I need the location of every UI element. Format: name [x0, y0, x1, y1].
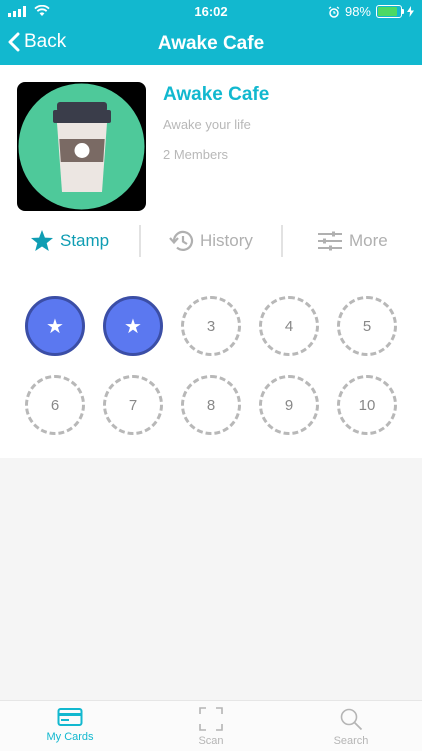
card-icon: [57, 708, 83, 726]
stamp-slot-filled: ★: [103, 296, 163, 356]
stamp-slot: 6: [25, 375, 85, 435]
stamp-slot: 7: [103, 375, 163, 435]
page-title: Awake Cafe: [157, 33, 265, 54]
coffee-cup-icon: [18, 83, 145, 210]
status-bar: 16:02 98%: [0, 0, 422, 22]
sliders-icon: [318, 231, 342, 251]
tab-scan[interactable]: Scan: [161, 707, 261, 747]
charging-icon: [407, 6, 414, 17]
top-bar: 16:02 98% Back Awake Cafe: [0, 0, 422, 65]
tab-stamp-label: Stamp: [60, 231, 110, 250]
tab-divider: [139, 225, 141, 257]
tab-stamp[interactable]: Stamp: [30, 221, 109, 261]
alarm-icon: [328, 6, 340, 18]
bottom-tab-bar: My Cards Scan Search: [0, 700, 422, 751]
tab-my-cards-label: My Cards: [46, 731, 94, 743]
stamp-slot: 3: [181, 296, 241, 356]
battery-percent: 98%: [344, 4, 371, 19]
stamp-slot: 5: [337, 296, 397, 356]
tab-history[interactable]: History: [168, 221, 253, 261]
cafe-tagline: Awake your life: [163, 117, 251, 132]
stamp-slot: 4: [259, 296, 319, 356]
members-count: 2 Members: [163, 147, 229, 162]
tab-divider: [281, 225, 283, 257]
tab-my-cards[interactable]: My Cards: [20, 707, 120, 743]
tab-more[interactable]: More: [317, 221, 388, 261]
tab-history-label: History: [200, 231, 253, 250]
search-icon: [340, 708, 363, 731]
tab-search-label: Search: [333, 735, 369, 747]
stamp-slot: 8: [181, 375, 241, 435]
nav-bar: Back Awake Cafe: [0, 22, 422, 65]
stamp-slot-filled: ★: [25, 296, 85, 356]
scan-icon: [199, 707, 223, 731]
tab-scan-label: Scan: [198, 735, 224, 747]
stamp-grid: ★ ★ 3 4 5 6 7 8 9 10: [0, 293, 422, 443]
star-icon: [31, 230, 53, 251]
status-right: 98%: [328, 4, 414, 19]
history-icon: [169, 230, 194, 251]
card-tabs: Stamp History More: [0, 221, 422, 261]
cafe-name: Awake Cafe: [163, 84, 270, 105]
tab-more-label: More: [349, 231, 388, 250]
cafe-logo: [17, 82, 146, 211]
battery-icon: [376, 5, 404, 18]
cafe-card: Awake Cafe Awake your life 2 Members Sta…: [0, 65, 422, 458]
stamp-slot: 10: [337, 375, 397, 435]
stamp-slot: 9: [259, 375, 319, 435]
tab-search[interactable]: Search: [301, 707, 401, 747]
